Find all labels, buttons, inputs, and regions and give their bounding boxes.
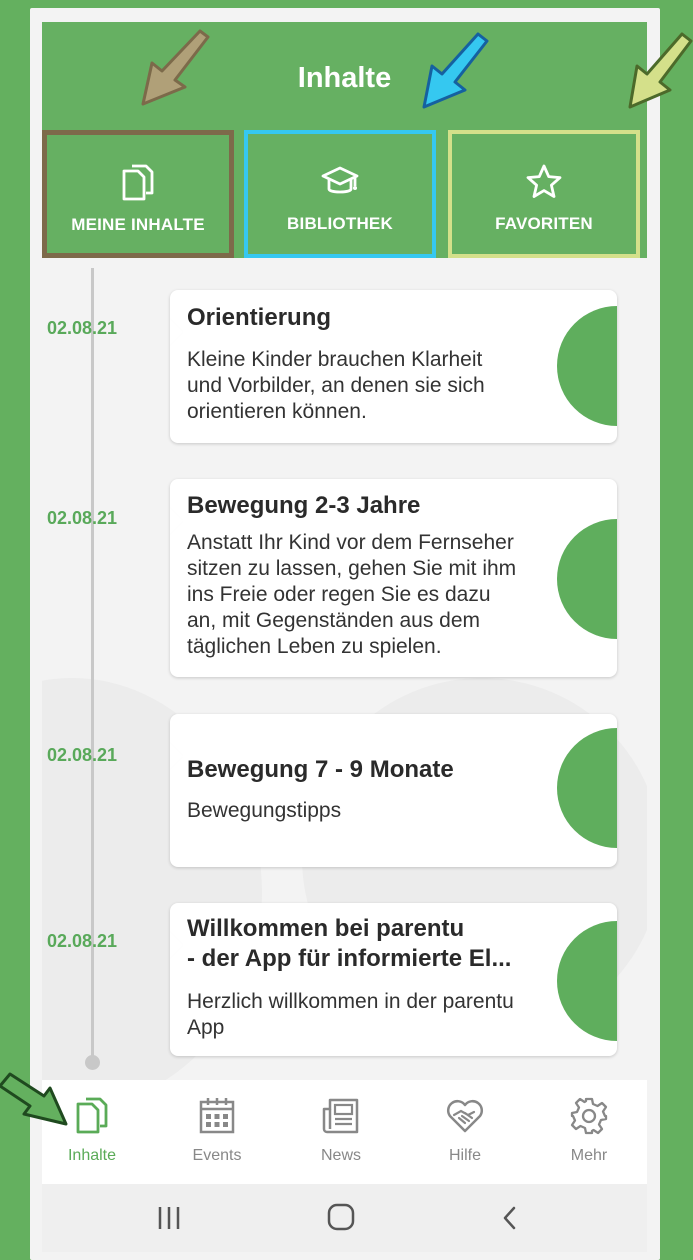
content-card-orientierung[interactable]: Orientierung Kleine Kinder brauchen Klar… [170,290,617,443]
content-card-bewegung-2-3-jahre[interactable]: Bewegung 2-3 Jahre Anstatt Ihr Kind vor … [170,479,617,677]
documents-icon [122,164,154,201]
favoriten-label: FAVORITEN [495,214,593,233]
entry-date: 02.08.21 [47,508,118,528]
calendar-icon [199,1098,235,1134]
documents-icon [76,1097,108,1134]
card-description-line: Anstatt Ihr Kind vor dem Fernseher [187,531,514,554]
card-description: Bewegungstipps [187,799,342,822]
card-title-line: - der App für informierte El... [187,945,512,972]
nav-label: News [320,1147,361,1164]
card-description-line: und Vorbilder, an denen sie sich [187,374,485,397]
card-description: Kleine Kinder brauchen Klarheit und Vorb… [187,347,555,425]
card-description-line: täglichen Leben zu spielen. [187,635,442,658]
bibliothek-label: BIBLIOTHEK [287,214,393,233]
nav-label: Events [192,1147,242,1164]
graduation-cap-icon [321,166,359,194]
nav-item-news[interactable]: News [291,1096,391,1165]
card-title: Willkommen bei parentu - der App für inf… [187,914,577,974]
gear-icon [570,1097,608,1135]
bibliothek-button[interactable]: BIBLIOTHEK [244,130,436,258]
card-title-line: Willkommen bei parentu [187,915,465,942]
bottom-navigation: Inhalte Events News Hilfe Mehr [42,1080,647,1184]
handshake-heart-icon [447,1100,483,1133]
content-card-bewegung-7-9-monate[interactable]: Bewegung 7 - 9 Monate Bewegungstipps [170,714,617,867]
card-thumbnail [557,728,617,848]
card-description-line: Kleine Kinder brauchen Klarheit [187,348,483,371]
home-icon[interactable] [326,1202,356,1232]
recent-apps-icon[interactable] [154,1204,184,1232]
card-description-line: sitzen zu lassen, gehen Sie mit ihm [187,557,517,580]
entry-date: 02.08.21 [47,318,118,338]
entry-date: 02.08.21 [47,745,118,765]
card-pointer [170,317,184,347]
card-description-line: an, mit Gegenständen aus dem [187,609,481,632]
card-title: Orientierung [187,304,332,331]
newspaper-icon [322,1098,359,1134]
back-icon[interactable] [497,1204,523,1232]
annotation-arrow-brown [141,29,210,106]
content-card-willkommen[interactable]: Willkommen bei parentu - der App für inf… [170,903,617,1056]
nav-label: Inhalte [67,1147,117,1164]
card-pointer [170,506,184,536]
card-title: Bewegung 2-3 Jahre [187,492,421,519]
timeline-content[interactable]: 02.08.21 Orientierung Kleine Kinder brau… [42,258,647,1080]
nav-item-mehr[interactable]: Mehr [539,1096,639,1165]
card-thumbnail [557,306,617,426]
app-screen: Inhalte MEINE INHALTE BIBLIOTHEK FAVORIT… [30,8,660,1260]
card-description-line: App [187,1016,225,1039]
annotation-arrow-green [0,1072,68,1126]
annotation-arrow-blue [422,32,489,109]
card-description: Anstatt Ihr Kind vor dem Fernseher sitze… [187,530,597,660]
nav-label: Mehr [570,1147,608,1164]
favoriten-button[interactable]: FAVORITEN [448,130,640,258]
annotation-arrow-yellow [628,32,693,109]
card-description-line: Herzlich willkommen in der parentu [187,990,514,1013]
card-pointer [170,930,184,960]
meine-inhalte-label: MEINE INHALTE [71,215,205,234]
card-description: Herzlich willkommen in der parentu App [187,989,577,1041]
timeline-end-dot [85,1055,100,1070]
system-navigation-bar [42,1184,647,1252]
card-pointer [170,741,184,771]
card-description-line: orientieren können. [187,400,367,423]
star-icon [526,164,562,198]
nav-item-events[interactable]: Events [167,1096,267,1165]
nav-label: Hilfe [448,1147,481,1164]
nav-item-hilfe[interactable]: Hilfe [415,1096,515,1165]
meine-inhalte-button[interactable]: MEINE INHALTE [42,130,234,258]
entry-date: 02.08.21 [47,931,118,951]
card-description-line: ins Freie oder regen Sie es dazu [187,583,491,606]
card-title: Bewegung 7 - 9 Monate [187,756,454,783]
